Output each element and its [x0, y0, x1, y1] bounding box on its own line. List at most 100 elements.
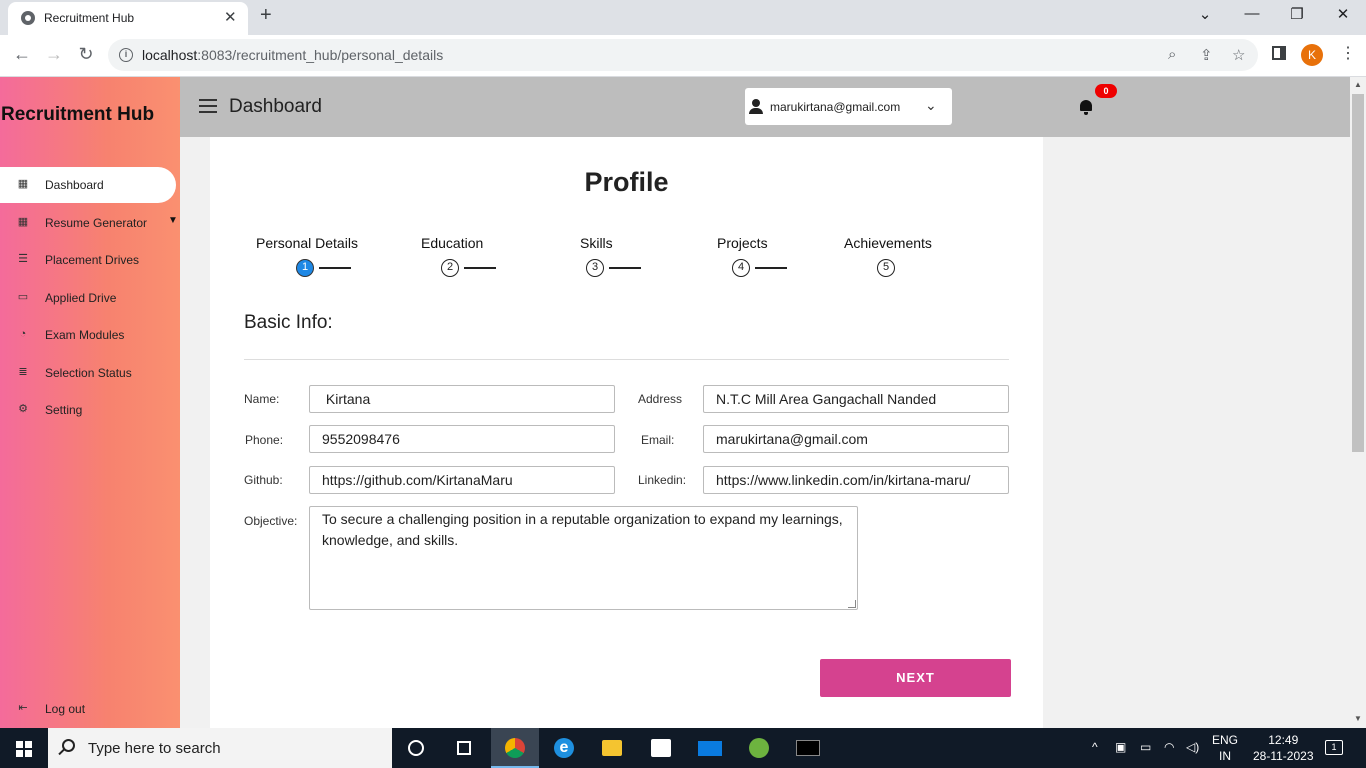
- share-icon[interactable]: ⇪: [1200, 46, 1213, 64]
- phone-field[interactable]: 9552098476: [309, 425, 615, 453]
- github-field[interactable]: https://github.com/KirtanaMaru: [309, 466, 615, 494]
- step-circle-4: 4: [732, 259, 750, 277]
- sidebar-item-setting[interactable]: ⚙ Setting: [0, 392, 176, 428]
- tab-title: Recruitment Hub: [44, 11, 135, 25]
- email-field[interactable]: marukirtana@gmail.com: [703, 425, 1009, 453]
- url-text[interactable]: localhost:8083/recruitment_hub/personal_…: [142, 47, 443, 63]
- browser-tab[interactable]: Recruitment Hub ✕: [8, 2, 248, 35]
- hamburger-menu-icon[interactable]: [199, 99, 217, 113]
- clock-time: 12:49: [1268, 733, 1299, 747]
- sidebar-item-placement-drives[interactable]: ☰ Placement Drives: [0, 242, 176, 278]
- objective-textarea[interactable]: To secure a challenging position in a re…: [309, 506, 858, 610]
- language-indicator[interactable]: ENG IN: [1212, 732, 1238, 764]
- grid-icon: ▦: [17, 178, 29, 190]
- sidebar-item-exam-modules[interactable]: ◔ Exam Modules: [0, 317, 176, 353]
- taskbar: Type here to search e ^ ▣ ▭ ◠ ◁) ENG IN …: [0, 728, 1366, 768]
- name-label: Name:: [244, 392, 280, 406]
- zoom-search-icon[interactable]: ⌕: [1168, 46, 1176, 63]
- user-dropdown[interactable]: marukirtana@gmail.com ⌄: [745, 88, 952, 125]
- restore-icon[interactable]: ❐: [1282, 5, 1312, 23]
- sidebar-item-dashboard[interactable]: ▦ Dashboard: [0, 167, 176, 203]
- sidebar-item-label: Applied Drive: [45, 291, 117, 305]
- step-label-education: Education: [421, 235, 484, 251]
- clock-date: 28-11-2023: [1253, 749, 1314, 763]
- profile-avatar[interactable]: K: [1301, 44, 1323, 66]
- sidebar-item-selection-status[interactable]: ≣ Selection Status: [0, 355, 176, 391]
- mail-icon[interactable]: [686, 728, 734, 768]
- reload-icon[interactable]: ↻: [74, 44, 98, 65]
- browser-tabstrip: Recruitment Hub ✕ + ⌄ — ❐ ✕: [0, 0, 1366, 35]
- wifi-icon[interactable]: ◠: [1164, 740, 1174, 754]
- linkedin-field[interactable]: https://www.linkedin.com/in/kirtana-maru…: [703, 466, 1009, 494]
- bookmark-star-icon[interactable]: ☆: [1232, 46, 1245, 64]
- scroll-up-icon[interactable]: ▲: [1354, 80, 1362, 89]
- back-icon[interactable]: ←: [10, 44, 34, 65]
- task-view-icon[interactable]: [440, 728, 488, 768]
- kebab-menu-icon[interactable]: ⋮: [1340, 43, 1356, 63]
- camera-icon[interactable]: ▣: [1115, 740, 1126, 754]
- step-label-achievements: Achievements: [844, 235, 932, 251]
- step-label-skills: Skills: [580, 235, 613, 251]
- grid-icon: ▦: [17, 216, 29, 228]
- page-scrollbar[interactable]: ▲ ▼: [1350, 77, 1366, 728]
- taskbar-clock[interactable]: 12:49 28-11-2023: [1253, 732, 1314, 764]
- address-bar[interactable]: i localhost:8083/recruitment_hub/persona…: [108, 39, 1258, 71]
- minimize-icon[interactable]: —: [1237, 5, 1267, 22]
- windows-start-icon[interactable]: [16, 741, 32, 757]
- tray-chevron-icon[interactable]: ^: [1092, 740, 1098, 754]
- database-icon: ≣: [18, 366, 28, 378]
- step-label-projects: Projects: [717, 235, 768, 251]
- bell-icon[interactable]: [1079, 100, 1093, 115]
- notification-badge: 0: [1095, 84, 1117, 98]
- tab-search-chevron-icon[interactable]: ⌄: [1190, 5, 1220, 23]
- battery-icon[interactable]: ▭: [1140, 740, 1151, 754]
- sidebar-item-label: Resume Generator: [45, 216, 148, 230]
- lang-code: ENG: [1212, 733, 1239, 747]
- step-connector: [755, 267, 787, 269]
- forward-icon[interactable]: →: [42, 44, 66, 65]
- page-title: Profile: [584, 167, 669, 197]
- step-circle-5: 5: [877, 259, 895, 277]
- resize-handle-icon[interactable]: [848, 600, 856, 608]
- search-placeholder: Type here to search: [88, 740, 221, 757]
- terminal-icon[interactable]: [784, 728, 832, 768]
- file-explorer-icon[interactable]: [588, 728, 636, 768]
- scroll-down-icon[interactable]: ▼: [1354, 714, 1362, 723]
- header-title: Dashboard: [229, 96, 322, 117]
- volume-icon[interactable]: ◁): [1186, 740, 1199, 754]
- user-email: marukirtana@gmail.com: [770, 100, 901, 114]
- pie-icon: ◔: [19, 328, 27, 340]
- sidebar-item-resume-generator[interactable]: ▦ Resume Generator ▼: [0, 205, 178, 241]
- site-info-icon[interactable]: i: [119, 48, 133, 62]
- store-icon[interactable]: [637, 728, 685, 768]
- new-tab-icon[interactable]: +: [260, 4, 272, 27]
- logout-label: Log out: [45, 702, 86, 716]
- sidebar-item-label: Selection Status: [45, 366, 132, 380]
- sidebar-item-label: Exam Modules: [45, 328, 125, 342]
- caret-down-icon[interactable]: ▼: [168, 215, 178, 226]
- logout-button[interactable]: ⇤ Log out: [0, 691, 176, 727]
- close-window-icon[interactable]: ✕: [1328, 5, 1358, 23]
- search-icon: [62, 739, 75, 752]
- next-button[interactable]: NEXT: [820, 659, 1011, 697]
- edge-taskbar-icon[interactable]: e: [540, 728, 588, 768]
- scroll-thumb[interactable]: [1352, 94, 1364, 452]
- cortana-icon[interactable]: [392, 728, 440, 768]
- side-panel-icon[interactable]: [1272, 46, 1286, 60]
- objective-text: To secure a challenging position in a re…: [322, 511, 843, 548]
- chat-icon: ▭: [17, 291, 29, 303]
- address-field[interactable]: N.T.C Mill Area Gangachall Nanded: [703, 385, 1009, 413]
- action-center-icon[interactable]: 1: [1325, 740, 1343, 755]
- logout-icon: ⇤: [18, 702, 28, 714]
- step-connector: [319, 267, 351, 269]
- github-label: Github:: [244, 473, 283, 487]
- chrome-taskbar-icon[interactable]: [491, 728, 539, 768]
- sidebar-item-applied-drive[interactable]: ▭ Applied Drive: [0, 280, 176, 316]
- section-title: Basic Info:: [244, 312, 333, 333]
- close-tab-icon[interactable]: ✕: [224, 8, 237, 28]
- brand-title: Recruitment Hub: [1, 104, 155, 125]
- spring-tool-icon[interactable]: [735, 728, 783, 768]
- name-field[interactable]: Kirtana: [309, 385, 615, 413]
- taskbar-search[interactable]: Type here to search: [48, 728, 392, 768]
- phone-label: Phone:: [245, 433, 284, 447]
